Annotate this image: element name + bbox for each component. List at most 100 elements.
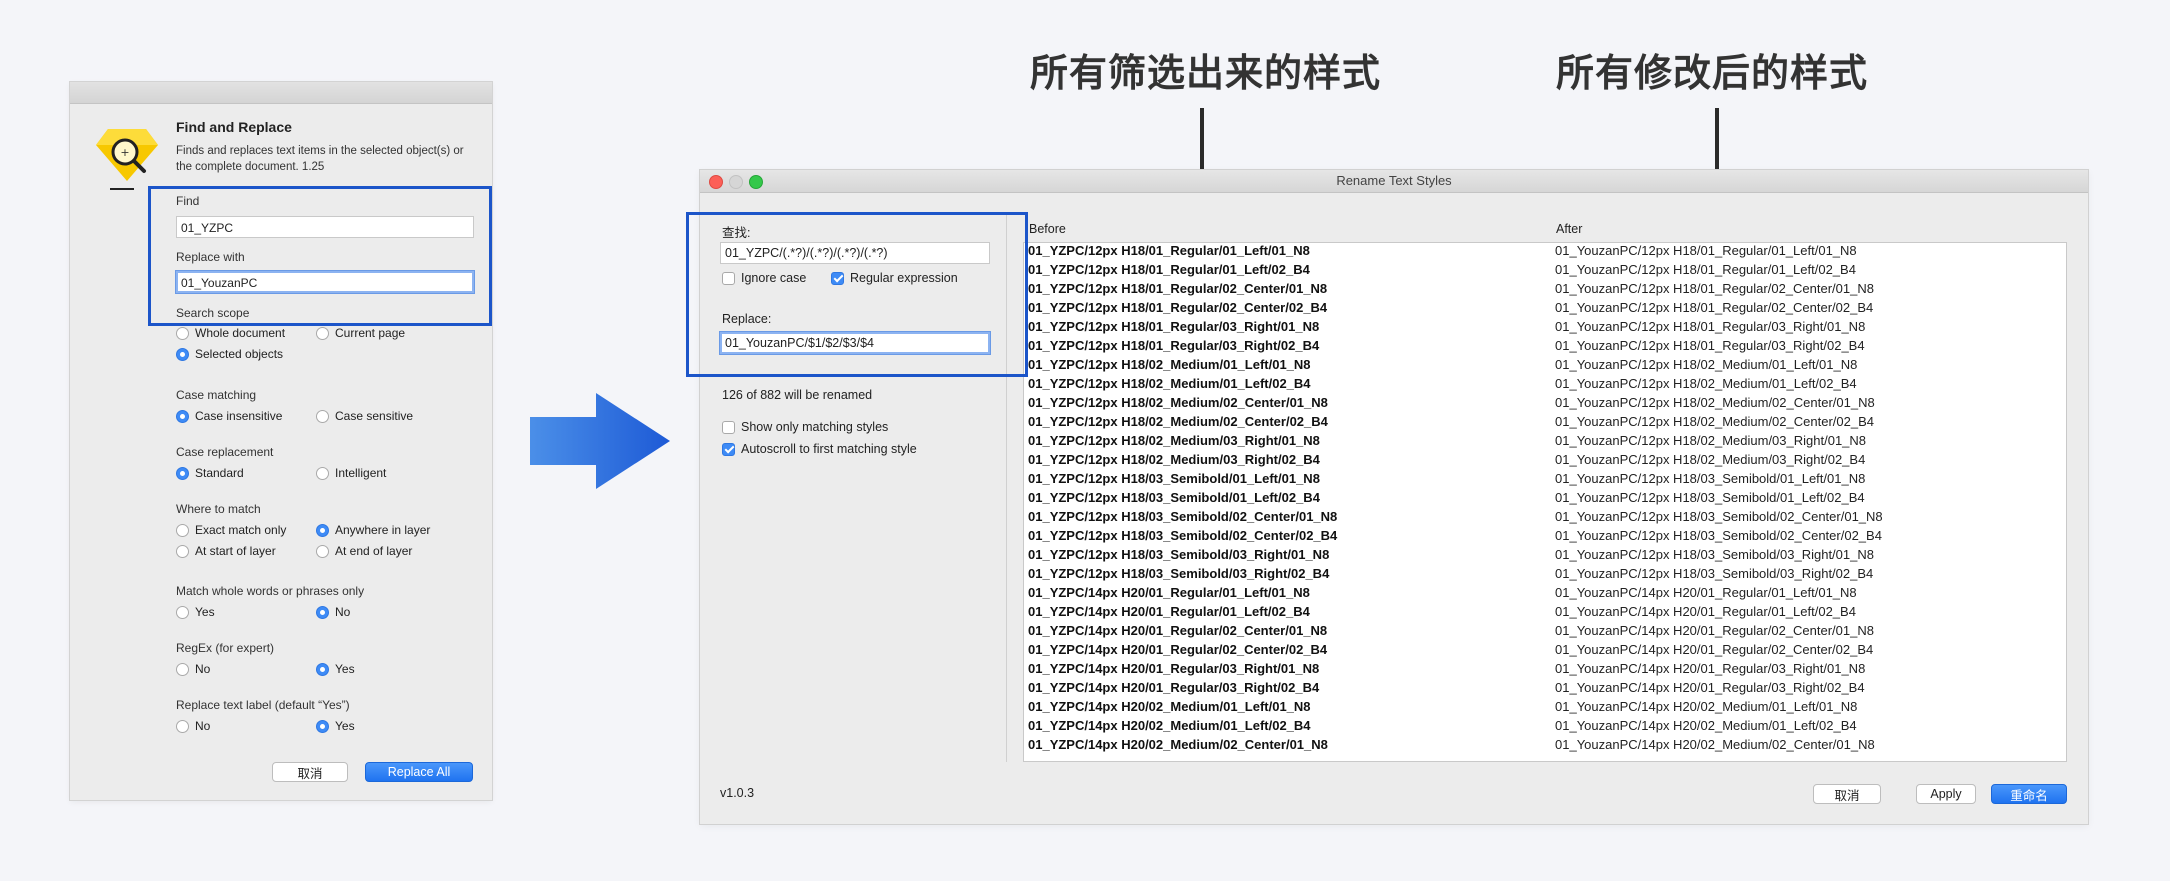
before-column-header: Before — [1029, 222, 1066, 236]
annotation-filtered-styles: 所有筛选出来的样式 — [1030, 53, 1382, 95]
where-anywhere-radio[interactable]: Anywhere in layer — [316, 523, 430, 537]
before-style-name: 01_YZPC/12px H18/02_Medium/03_Right/01_N… — [1028, 433, 1320, 448]
text-label-yes-radio[interactable]: Yes — [316, 719, 355, 733]
list-item[interactable]: 01_YZPC/14px H20/01_Regular/02_Center/02… — [1024, 640, 2066, 659]
regex-no-radio[interactable]: No — [176, 662, 210, 676]
dialog-title: Find and Replace — [176, 119, 292, 135]
replace-all-button[interactable]: Replace All — [365, 762, 473, 782]
after-style-name: 01_YouzanPC/12px H18/03_Semibold/02_Cent… — [1555, 509, 1883, 524]
where-start-radio[interactable]: At start of layer — [176, 544, 276, 558]
whole-words-no-radio[interactable]: No — [316, 605, 350, 619]
case-sensitive-radio[interactable]: Case sensitive — [316, 409, 413, 423]
before-style-name: 01_YZPC/14px H20/02_Medium/01_Left/02_B4 — [1028, 718, 1311, 733]
rename-count-text: 126 of 882 will be renamed — [722, 388, 873, 402]
case-standard-radio[interactable]: Standard — [176, 466, 244, 480]
list-item[interactable]: 01_YZPC/12px H18/01_Regular/02_Center/02… — [1024, 298, 2066, 317]
after-style-name: 01_YouzanPC/14px H20/02_Medium/01_Left/0… — [1555, 699, 1858, 714]
case-intelligent-radio[interactable]: Intelligent — [316, 466, 386, 480]
after-style-name: 01_YouzanPC/12px H18/02_Medium/01_Left/0… — [1555, 357, 1858, 372]
list-item[interactable]: 01_YZPC/12px H18/01_Regular/02_Center/01… — [1024, 279, 2066, 298]
styles-preview-list[interactable]: 01_YZPC/12px H18/01_Regular/01_Left/01_N… — [1023, 242, 2067, 762]
where-exact-radio[interactable]: Exact match only — [176, 523, 286, 537]
after-style-name: 01_YouzanPC/14px H20/01_Regular/02_Cente… — [1555, 642, 1874, 657]
rename-button[interactable]: 重命名 — [1991, 784, 2067, 804]
list-item[interactable]: 01_YZPC/12px H18/03_Semibold/02_Center/0… — [1024, 507, 2066, 526]
before-style-name: 01_YZPC/12px H18/02_Medium/02_Center/01_… — [1028, 395, 1328, 410]
after-style-name: 01_YouzanPC/12px H18/01_Regular/01_Left/… — [1555, 243, 1857, 258]
minimize-window-button[interactable] — [729, 175, 743, 189]
highlight-box-find-replace — [148, 186, 492, 326]
before-style-name: 01_YZPC/14px H20/01_Regular/03_Right/01_… — [1028, 661, 1320, 676]
window-titlebar: Rename Text Styles — [700, 170, 2088, 193]
cancel-button[interactable]: 取消 — [272, 762, 348, 782]
regex-yes-radio[interactable]: Yes — [316, 662, 355, 676]
after-style-name: 01_YouzanPC/12px H18/03_Semibold/03_Righ… — [1555, 547, 1874, 562]
list-item[interactable]: 01_YZPC/14px H20/02_Medium/01_Left/02_B4… — [1024, 716, 2066, 735]
after-style-name: 01_YouzanPC/14px H20/01_Regular/03_Right… — [1555, 661, 1866, 676]
list-item[interactable]: 01_YZPC/14px H20/01_Regular/03_Right/02_… — [1024, 678, 2066, 697]
after-style-name: 01_YouzanPC/14px H20/01_Regular/02_Cente… — [1555, 623, 1874, 638]
list-item[interactable]: 01_YZPC/12px H18/03_Semibold/03_Right/01… — [1024, 545, 2066, 564]
case-matching-label: Case matching — [176, 388, 257, 402]
list-item[interactable]: 01_YZPC/14px H20/01_Regular/03_Right/01_… — [1024, 659, 2066, 678]
whole-words-label: Match whole words or phrases only — [176, 584, 365, 598]
before-style-name: 01_YZPC/12px H18/03_Semibold/02_Center/0… — [1028, 528, 1338, 543]
list-item[interactable]: 01_YZPC/12px H18/01_Regular/03_Right/02_… — [1024, 336, 2066, 355]
scope-current-page-radio[interactable]: Current page — [316, 326, 405, 340]
autoscroll-checkbox[interactable]: Autoscroll to first matching style — [722, 442, 917, 456]
scope-selected-objects-radio[interactable]: Selected objects — [176, 347, 283, 361]
list-item[interactable]: 01_YZPC/12px H18/01_Regular/01_Left/02_B… — [1024, 260, 2066, 279]
after-style-name: 01_YouzanPC/12px H18/01_Regular/02_Cente… — [1555, 281, 1874, 296]
list-item[interactable]: 01_YZPC/12px H18/03_Semibold/03_Right/02… — [1024, 564, 2066, 583]
close-window-button[interactable] — [709, 175, 723, 189]
list-item[interactable]: 01_YZPC/12px H18/03_Semibold/02_Center/0… — [1024, 526, 2066, 545]
scope-whole-document-radio[interactable]: Whole document — [176, 326, 285, 340]
before-style-name: 01_YZPC/12px H18/01_Regular/01_Left/02_B… — [1028, 262, 1310, 277]
whole-words-yes-radio[interactable]: Yes — [176, 605, 215, 619]
before-style-name: 01_YZPC/14px H20/02_Medium/01_Left/01_N8 — [1028, 699, 1311, 714]
before-style-name: 01_YZPC/14px H20/01_Regular/02_Center/02… — [1028, 642, 1328, 657]
where-end-radio[interactable]: At end of layer — [316, 544, 412, 558]
before-style-name: 01_YZPC/14px H20/01_Regular/03_Right/02_… — [1028, 680, 1320, 695]
before-style-name: 01_YZPC/12px H18/01_Regular/03_Right/02_… — [1028, 338, 1320, 353]
list-item[interactable]: 01_YZPC/14px H20/01_Regular/01_Left/02_B… — [1024, 602, 2066, 621]
after-style-name: 01_YouzanPC/12px H18/03_Semibold/03_Righ… — [1555, 566, 1874, 581]
replace-text-label-label: Replace text label (default “Yes”) — [176, 698, 350, 712]
before-style-name: 01_YZPC/14px H20/01_Regular/01_Left/01_N… — [1028, 585, 1310, 600]
list-item[interactable]: 01_YZPC/12px H18/03_Semibold/01_Left/02_… — [1024, 488, 2066, 507]
list-item[interactable]: 01_YZPC/12px H18/02_Medium/01_Left/01_N8… — [1024, 355, 2066, 374]
after-style-name: 01_YouzanPC/14px H20/01_Regular/01_Left/… — [1555, 585, 1857, 600]
list-item[interactable]: 01_YZPC/12px H18/02_Medium/03_Right/01_N… — [1024, 431, 2066, 450]
list-item[interactable]: 01_YZPC/12px H18/02_Medium/03_Right/02_B… — [1024, 450, 2066, 469]
list-item[interactable]: 01_YZPC/12px H18/01_Regular/01_Left/01_N… — [1024, 243, 2066, 260]
before-style-name: 01_YZPC/12px H18/03_Semibold/02_Center/0… — [1028, 509, 1338, 524]
cancel-rename-button[interactable]: 取消 — [1813, 784, 1881, 804]
list-item[interactable]: 01_YZPC/12px H18/02_Medium/02_Center/02_… — [1024, 412, 2066, 431]
list-item[interactable]: 01_YZPC/12px H18/02_Medium/02_Center/01_… — [1024, 393, 2066, 412]
before-style-name: 01_YZPC/12px H18/03_Semibold/01_Left/01_… — [1028, 471, 1320, 486]
annotation-modified-styles: 所有修改后的样式 — [1556, 53, 1869, 95]
list-item[interactable]: 01_YZPC/12px H18/02_Medium/01_Left/02_B4… — [1024, 374, 2066, 393]
after-style-name: 01_YouzanPC/12px H18/03_Semibold/01_Left… — [1555, 490, 1865, 505]
after-style-name: 01_YouzanPC/14px H20/01_Regular/01_Left/… — [1555, 604, 1856, 619]
after-style-name: 01_YouzanPC/12px H18/02_Medium/02_Center… — [1555, 414, 1874, 429]
after-style-name: 01_YouzanPC/12px H18/02_Medium/03_Right/… — [1555, 433, 1867, 448]
list-item[interactable]: 01_YZPC/14px H20/02_Medium/02_Center/01_… — [1024, 735, 2066, 754]
list-item[interactable]: 01_YZPC/14px H20/02_Medium/01_Left/01_N8… — [1024, 697, 2066, 716]
case-replacement-label: Case replacement — [176, 445, 274, 459]
after-style-name: 01_YouzanPC/14px H20/02_Medium/01_Left/0… — [1555, 718, 1857, 733]
before-style-name: 01_YZPC/12px H18/02_Medium/01_Left/02_B4 — [1028, 376, 1311, 391]
list-item[interactable]: 01_YZPC/14px H20/01_Regular/02_Center/01… — [1024, 621, 2066, 640]
text-label-no-radio[interactable]: No — [176, 719, 210, 733]
case-insensitive-radio[interactable]: Case insensitive — [176, 409, 282, 423]
list-item[interactable]: 01_YZPC/12px H18/01_Regular/03_Right/01_… — [1024, 317, 2066, 336]
before-style-name: 01_YZPC/12px H18/01_Regular/02_Center/02… — [1028, 300, 1328, 315]
list-item[interactable]: 01_YZPC/12px H18/03_Semibold/01_Left/01_… — [1024, 469, 2066, 488]
zoom-window-button[interactable] — [749, 175, 763, 189]
apply-button[interactable]: Apply — [1916, 784, 1976, 804]
before-style-name: 01_YZPC/12px H18/03_Semibold/03_Right/01… — [1028, 547, 1330, 562]
after-style-name: 01_YouzanPC/12px H18/01_Regular/03_Right… — [1555, 338, 1865, 353]
show-only-matching-checkbox[interactable]: Show only matching styles — [722, 420, 888, 434]
before-style-name: 01_YZPC/14px H20/02_Medium/02_Center/01_… — [1028, 737, 1328, 752]
list-item[interactable]: 01_YZPC/14px H20/01_Regular/01_Left/01_N… — [1024, 583, 2066, 602]
